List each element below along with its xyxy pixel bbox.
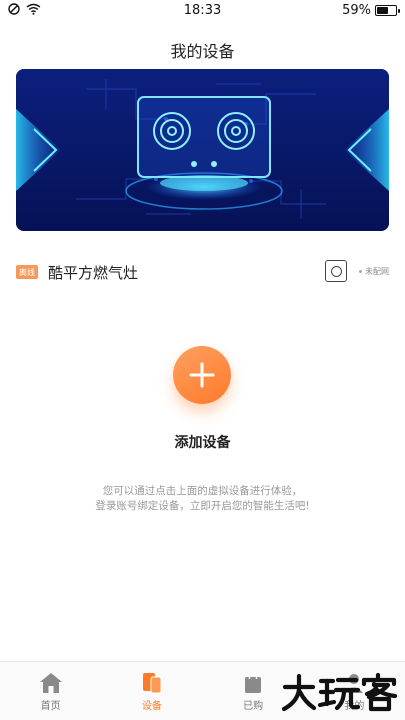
page-title: 我的设备 bbox=[170, 42, 235, 61]
tab-home[interactable]: 首页 bbox=[0, 662, 101, 720]
banner-illustration bbox=[16, 69, 389, 231]
add-device-label: 添加设备 bbox=[174, 435, 231, 451]
hint-line-2: 登录账号绑定设备，立即开启您的智能生活吧! bbox=[95, 500, 310, 512]
status-right: 59% bbox=[342, 3, 400, 18]
stove-knob bbox=[330, 265, 342, 277]
battery-icon bbox=[375, 5, 400, 16]
status-dot-icon bbox=[359, 270, 362, 273]
shopping-bag-icon bbox=[245, 673, 262, 693]
hint-line-1: 您可以通过点击上面的虚拟设备进行体验， bbox=[102, 485, 303, 497]
battery-fill bbox=[377, 7, 388, 14]
device-network-status: 未配网 bbox=[359, 266, 389, 277]
tab-home-label: 首页 bbox=[40, 701, 61, 712]
tab-devices-label: 设备 bbox=[141, 701, 162, 712]
add-device-hint: 您可以通过点击上面的虚拟设备进行体验， 登录账号绑定设备，立即开启您的智能生活吧… bbox=[0, 484, 405, 514]
device-status-label: 未配网 bbox=[365, 267, 389, 276]
add-device-button[interactable] bbox=[173, 346, 231, 404]
device-name: 酷平方燃气灶 bbox=[48, 263, 139, 282]
home-icon bbox=[39, 673, 62, 693]
plus-icon bbox=[189, 362, 215, 388]
offline-badge: 离线 bbox=[16, 265, 38, 279]
tab-devices[interactable]: 设备 bbox=[101, 662, 202, 720]
tab-purchased-label: 已购 bbox=[243, 701, 264, 712]
stove-icon bbox=[325, 260, 347, 282]
watermark-logo bbox=[281, 672, 398, 712]
battery-percent: 59% bbox=[342, 3, 371, 18]
device-list-item[interactable]: 离线 酷平方燃气灶 未配网 bbox=[16, 258, 389, 286]
devices-icon bbox=[142, 673, 162, 694]
status-bar: 18:33 59% bbox=[0, 0, 405, 22]
virtual-device-banner[interactable] bbox=[16, 69, 389, 231]
